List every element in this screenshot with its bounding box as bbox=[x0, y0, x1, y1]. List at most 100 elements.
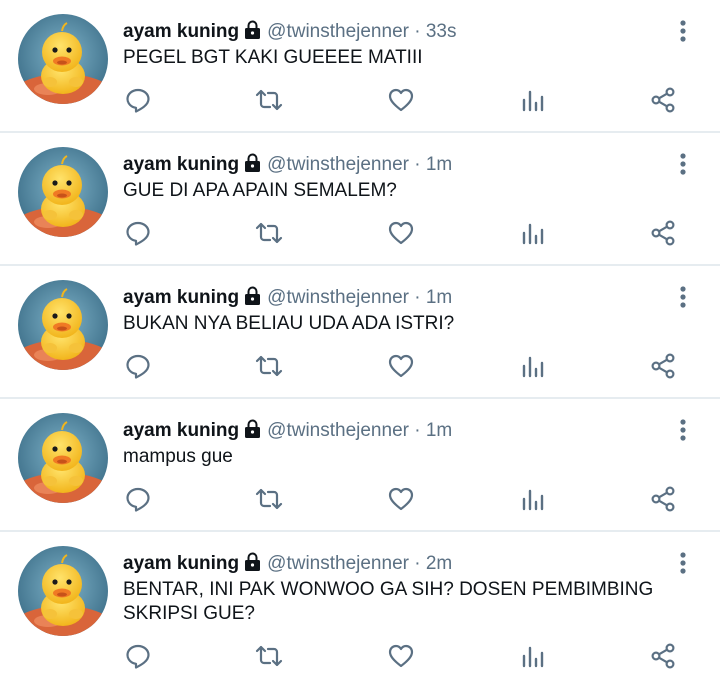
analytics-button[interactable] bbox=[516, 352, 550, 384]
timestamp[interactable]: 33s bbox=[426, 21, 457, 42]
like-button[interactable] bbox=[384, 219, 418, 251]
lock-icon bbox=[244, 20, 261, 46]
share-button[interactable] bbox=[646, 485, 680, 517]
analytics-icon bbox=[520, 485, 546, 518]
tweet[interactable]: ayam kuning @twinsthejenner · 33s PEGEL B… bbox=[0, 0, 720, 133]
separator: · bbox=[408, 420, 426, 441]
analytics-icon bbox=[520, 642, 546, 675]
like-icon bbox=[387, 485, 415, 518]
avatar[interactable] bbox=[18, 546, 108, 636]
reply-button[interactable] bbox=[121, 642, 155, 674]
tweet[interactable]: ayam kuning @twinsthejenner · 1m GUE DI A… bbox=[0, 133, 720, 266]
display-name[interactable]: ayam kuning bbox=[123, 420, 239, 441]
reply-button[interactable] bbox=[121, 219, 155, 251]
tweet-header: ayam kuning @twinsthejenner · 2m bbox=[123, 552, 452, 578]
user-handle[interactable]: @twinsthejenner bbox=[267, 154, 409, 175]
analytics-button[interactable] bbox=[516, 642, 550, 674]
display-name[interactable]: ayam kuning bbox=[123, 287, 239, 308]
tweet-text: BENTAR, INI PAK WONWOO GA SIH? DOSEN PEM… bbox=[123, 579, 654, 624]
share-icon bbox=[649, 485, 677, 518]
more-icon[interactable] bbox=[672, 284, 694, 310]
timestamp[interactable]: 1m bbox=[426, 420, 452, 441]
more-icon[interactable] bbox=[672, 550, 694, 576]
reply-icon bbox=[124, 485, 152, 518]
like-icon bbox=[387, 352, 415, 385]
more-icon[interactable] bbox=[672, 151, 694, 177]
like-button[interactable] bbox=[384, 352, 418, 384]
retweet-button[interactable] bbox=[252, 219, 286, 251]
tweet[interactable]: ayam kuning @twinsthejenner · 2m BENTAR, … bbox=[0, 532, 720, 687]
tweet-header: ayam kuning @twinsthejenner · 33s bbox=[123, 20, 457, 46]
separator: · bbox=[408, 553, 426, 574]
lock-icon bbox=[244, 552, 261, 578]
tweet-actions bbox=[0, 219, 720, 251]
tweet-text: PEGEL BGT KAKI GUEEEE MATIII bbox=[123, 47, 423, 68]
display-name[interactable]: ayam kuning bbox=[123, 21, 239, 42]
retweet-icon bbox=[254, 642, 284, 675]
user-handle[interactable]: @twinsthejenner bbox=[267, 287, 409, 308]
lock-icon bbox=[244, 286, 261, 312]
like-button[interactable] bbox=[384, 642, 418, 674]
timestamp[interactable]: 2m bbox=[426, 553, 452, 574]
tweet-text: GUE DI APA APAIN SEMALEM? bbox=[123, 180, 397, 201]
reply-button[interactable] bbox=[121, 485, 155, 517]
tweet-text: mampus gue bbox=[123, 446, 233, 467]
tweet-actions bbox=[0, 86, 720, 118]
display-name[interactable]: ayam kuning bbox=[123, 553, 239, 574]
separator: · bbox=[408, 154, 426, 175]
like-button[interactable] bbox=[384, 86, 418, 118]
tweet-header: ayam kuning @twinsthejenner · 1m bbox=[123, 286, 452, 312]
user-handle[interactable]: @twinsthejenner bbox=[267, 420, 409, 441]
display-name[interactable]: ayam kuning bbox=[123, 154, 239, 175]
like-icon bbox=[387, 86, 415, 119]
like-icon bbox=[387, 219, 415, 252]
retweet-icon bbox=[254, 219, 284, 252]
reply-icon bbox=[124, 219, 152, 252]
reply-icon bbox=[124, 86, 152, 119]
reply-icon bbox=[124, 642, 152, 675]
lock-icon bbox=[244, 419, 261, 445]
share-icon bbox=[649, 352, 677, 385]
retweet-icon bbox=[254, 352, 284, 385]
retweet-button[interactable] bbox=[252, 485, 286, 517]
separator: · bbox=[408, 287, 426, 308]
tweet[interactable]: ayam kuning @twinsthejenner · 1m BUKAN NY… bbox=[0, 266, 720, 399]
analytics-icon bbox=[520, 219, 546, 252]
share-icon bbox=[649, 219, 677, 252]
more-icon[interactable] bbox=[672, 18, 694, 44]
analytics-icon bbox=[520, 352, 546, 385]
share-button[interactable] bbox=[646, 219, 680, 251]
retweet-button[interactable] bbox=[252, 352, 286, 384]
user-handle[interactable]: @twinsthejenner bbox=[267, 553, 409, 574]
tweet-actions bbox=[0, 352, 720, 384]
separator: · bbox=[408, 21, 426, 42]
tweet[interactable]: ayam kuning @twinsthejenner · 1m mampus g… bbox=[0, 399, 720, 532]
timestamp[interactable]: 1m bbox=[426, 287, 452, 308]
lock-icon bbox=[244, 153, 261, 179]
like-button[interactable] bbox=[384, 485, 418, 517]
analytics-button[interactable] bbox=[516, 86, 550, 118]
tweet-header: ayam kuning @twinsthejenner · 1m bbox=[123, 153, 452, 179]
tweet-header: ayam kuning @twinsthejenner · 1m bbox=[123, 419, 452, 445]
analytics-button[interactable] bbox=[516, 485, 550, 517]
retweet-button[interactable] bbox=[252, 86, 286, 118]
reply-button[interactable] bbox=[121, 352, 155, 384]
share-button[interactable] bbox=[646, 642, 680, 674]
tweet-text: BUKAN NYA BELIAU UDA ADA ISTRI? bbox=[123, 313, 455, 334]
reply-button[interactable] bbox=[121, 86, 155, 118]
more-icon[interactable] bbox=[672, 417, 694, 443]
reply-icon bbox=[124, 352, 152, 385]
timestamp[interactable]: 1m bbox=[426, 154, 452, 175]
analytics-button[interactable] bbox=[516, 219, 550, 251]
share-icon bbox=[649, 86, 677, 119]
tweet-actions bbox=[0, 642, 720, 674]
share-icon bbox=[649, 642, 677, 675]
retweet-icon bbox=[254, 86, 284, 119]
retweet-icon bbox=[254, 485, 284, 518]
share-button[interactable] bbox=[646, 86, 680, 118]
retweet-button[interactable] bbox=[252, 642, 286, 674]
like-icon bbox=[387, 642, 415, 675]
user-handle[interactable]: @twinsthejenner bbox=[267, 21, 409, 42]
analytics-icon bbox=[520, 86, 546, 119]
share-button[interactable] bbox=[646, 352, 680, 384]
